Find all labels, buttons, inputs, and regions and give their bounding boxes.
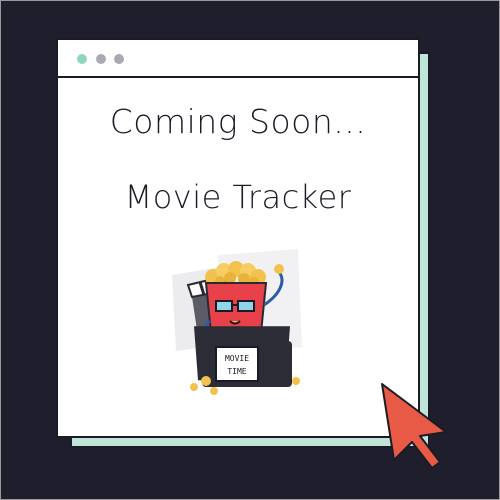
bucket-smile [229,320,241,325]
browser-window: Coming Soon... Movie Tracker MOVIE TIME [56,38,420,438]
popcorn-kernel [210,387,218,395]
window-titlebar [58,40,418,78]
mouse-pointer-icon [381,383,447,469]
movie-time-label-line1: MOVIE [225,354,249,363]
window-dot-2[interactable] [96,54,106,64]
window-dot-3[interactable] [114,54,124,64]
coming-soon-heading: Coming Soon... [109,102,367,141]
popcorn-kernel [190,383,198,391]
popcorn-kernel [201,376,211,386]
popcorn-kernel [292,377,300,385]
window-dot-1[interactable] [77,54,87,64]
popcorn-movie-illustration: MOVIE TIME [172,249,302,395]
glasses-left-lens [215,300,233,312]
held-popcorn [274,264,284,274]
movie-tracker-title: Movie Tracker [124,178,352,216]
movie-time-label-line2: TIME [227,367,246,376]
glasses-right-lens [237,300,255,312]
